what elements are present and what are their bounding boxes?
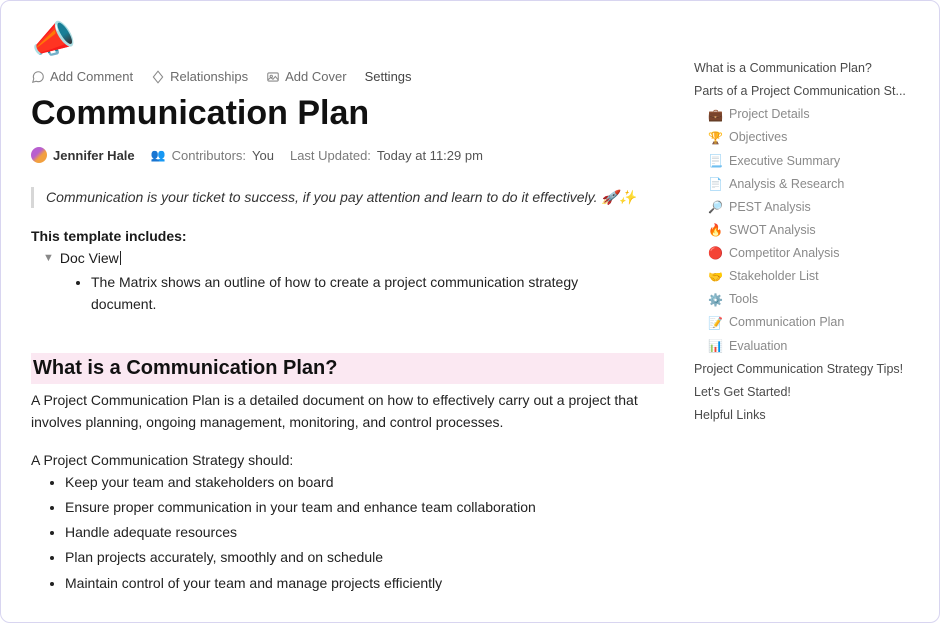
- bullet-item[interactable]: Handle adequate resources: [65, 520, 664, 545]
- quote-block[interactable]: Communication is your ticket to success,…: [31, 187, 664, 208]
- toc-link[interactable]: What is a Communication Plan?: [694, 57, 909, 80]
- toc-sub-link[interactable]: 🔥 SWOT Analysis: [694, 219, 909, 242]
- toc-item-icon: 📃: [708, 150, 722, 172]
- toc-item-icon: 🔥: [708, 219, 722, 241]
- section-lead[interactable]: A Project Communication Strategy should:: [31, 452, 664, 468]
- toc-item-icon: 🤝: [708, 266, 722, 288]
- toc-item-label: Tools: [729, 288, 758, 311]
- toc-item-label: Communication Plan: [729, 311, 844, 334]
- toc-item-label: Evaluation: [729, 335, 787, 358]
- toc-item-icon: 🔎: [708, 196, 722, 218]
- chevron-down-icon: ▼: [43, 252, 54, 264]
- author-chip[interactable]: Jennifer Hale: [31, 147, 135, 163]
- toc-sub-link[interactable]: 🤝 Stakeholder List: [694, 265, 909, 288]
- includes-label: This template includes:: [31, 228, 664, 244]
- toc-sub-link[interactable]: ⚙️ Tools: [694, 288, 909, 311]
- add-comment-button[interactable]: Add Comment: [31, 69, 133, 84]
- people-icon: 👥: [151, 148, 166, 162]
- quote-text: Communication is your ticket to success,…: [46, 189, 636, 205]
- toc-item-label: Project Details: [729, 103, 810, 126]
- add-cover-button[interactable]: Add Cover: [266, 69, 346, 84]
- toc-sidebar: What is a Communication Plan?Parts of a …: [694, 19, 909, 604]
- toolbar-label: Relationships: [170, 69, 248, 84]
- page-title: Communication Plan: [31, 94, 664, 133]
- toggle-label: Doc View: [60, 250, 121, 266]
- contributors-chip[interactable]: 👥 Contributors: You: [151, 148, 274, 163]
- toc-item-icon: 📝: [708, 312, 722, 334]
- toc-item-icon: 🔴: [708, 242, 722, 264]
- toc-item-icon: 📊: [708, 335, 722, 357]
- bullet-item[interactable]: Maintain control of your team and manage…: [65, 571, 664, 596]
- toc-link[interactable]: Project Communication Strategy Tips!: [694, 358, 909, 381]
- meta-row: Jennifer Hale 👥 Contributors: You Last U…: [31, 147, 664, 163]
- toggle-sub-item[interactable]: The Matrix shows an outline of how to cr…: [91, 272, 631, 315]
- bullet-item[interactable]: Plan projects accurately, smoothly and o…: [65, 545, 664, 570]
- toc-item-icon: 💼: [708, 104, 722, 126]
- toc-link[interactable]: Helpful Links: [694, 404, 909, 427]
- settings-button[interactable]: Settings: [365, 69, 412, 84]
- toolbar-label: Add Cover: [285, 69, 346, 84]
- contributors-label: Contributors:: [172, 148, 246, 163]
- toc-item-icon: 📄: [708, 173, 722, 195]
- toc-sub-link[interactable]: 📝 Communication Plan: [694, 311, 909, 334]
- contributors-value: You: [252, 148, 274, 163]
- updated-label: Last Updated:: [290, 148, 371, 163]
- section-heading[interactable]: What is a Communication Plan?: [31, 353, 664, 384]
- doc-view-toggle[interactable]: ▼ Doc View: [31, 250, 664, 266]
- bullet-item[interactable]: Keep your team and stakeholders on board: [65, 470, 664, 495]
- page-toolbar: Add Comment Relationships Add Cover Sett…: [31, 69, 664, 84]
- updated-value: Today at 11:29 pm: [377, 148, 483, 163]
- toc-sub-link[interactable]: 📃 Executive Summary: [694, 150, 909, 173]
- toc-sub-link[interactable]: 🏆 Objectives: [694, 126, 909, 149]
- toc-item-label: SWOT Analysis: [729, 219, 816, 242]
- toc-item-icon: ⚙️: [708, 289, 722, 311]
- toc-sub-link[interactable]: 💼 Project Details: [694, 103, 909, 126]
- last-updated-chip: Last Updated: Today at 11:29 pm: [290, 148, 483, 163]
- toc-sub-link[interactable]: 🔴 Competitor Analysis: [694, 242, 909, 265]
- page-icon[interactable]: 📣: [28, 15, 79, 64]
- toc-link[interactable]: Let's Get Started!: [694, 381, 909, 404]
- toolbar-label: Settings: [365, 69, 412, 84]
- toc-item-label: Analysis & Research: [729, 173, 844, 196]
- bullet-item[interactable]: Ensure proper communication in your team…: [65, 495, 664, 520]
- avatar-icon: [31, 147, 47, 163]
- toc-sub-link[interactable]: 🔎 PEST Analysis: [694, 196, 909, 219]
- section-paragraph[interactable]: A Project Communication Plan is a detail…: [31, 390, 651, 433]
- toc-item-icon: 🏆: [708, 127, 722, 149]
- toc-item-label: Executive Summary: [729, 150, 840, 173]
- toc-item-label: PEST Analysis: [729, 196, 811, 219]
- toc-sub-link[interactable]: 📊 Evaluation: [694, 335, 909, 358]
- author-name: Jennifer Hale: [53, 148, 135, 163]
- toc-link[interactable]: Parts of a Project Communication St...: [694, 80, 909, 103]
- comment-icon: [31, 70, 45, 84]
- toc-sub-link[interactable]: 📄 Analysis & Research: [694, 173, 909, 196]
- cover-icon: [266, 70, 280, 84]
- relationships-icon: [151, 70, 165, 84]
- relationships-button[interactable]: Relationships: [151, 69, 248, 84]
- toc-item-label: Objectives: [729, 126, 787, 149]
- toc-item-label: Stakeholder List: [729, 265, 819, 288]
- toolbar-label: Add Comment: [50, 69, 133, 84]
- toc-item-label: Competitor Analysis: [729, 242, 839, 265]
